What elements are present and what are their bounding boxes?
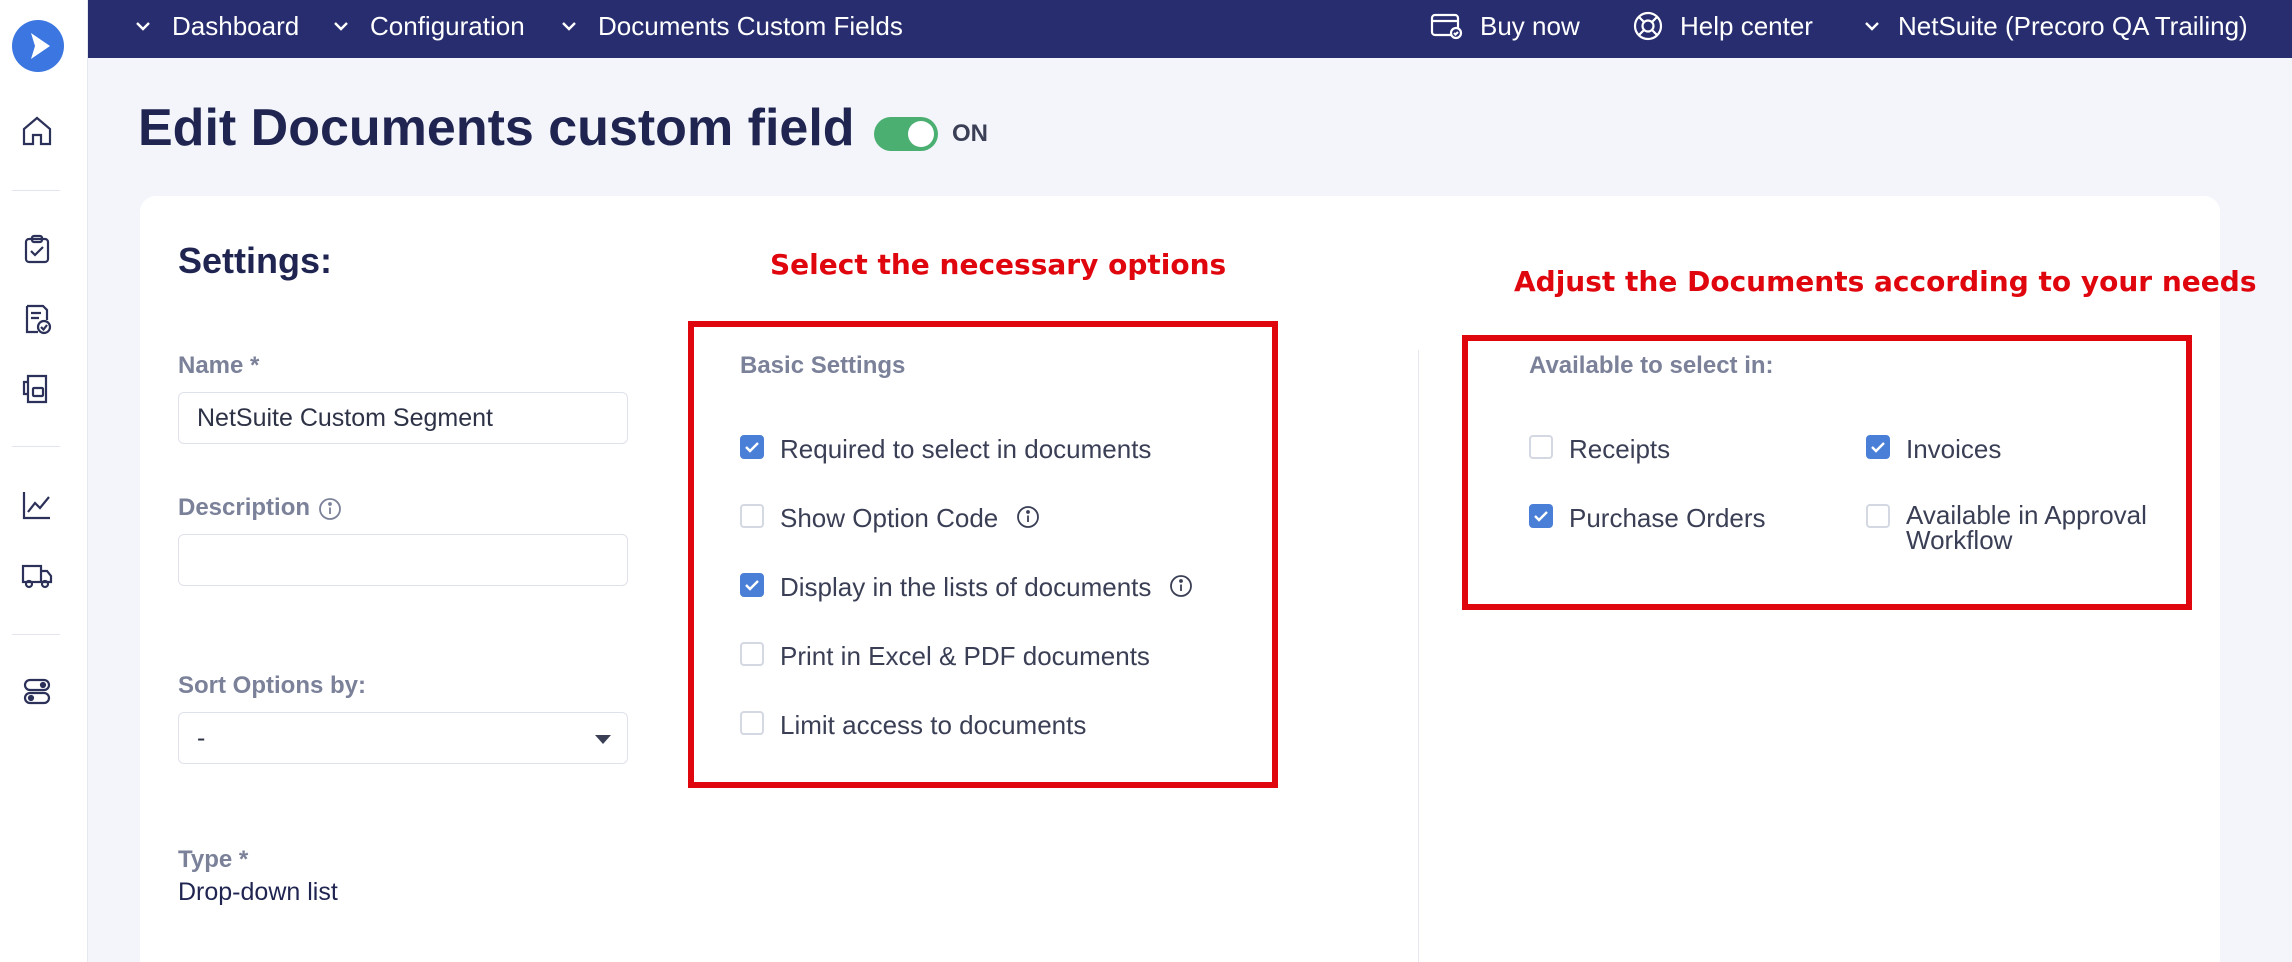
name-input[interactable]: NetSuite Custom Segment xyxy=(178,392,628,444)
top-bar: Dashboard Configuration Documents Custom… xyxy=(88,0,2292,58)
sort-options-select[interactable]: - xyxy=(178,712,628,764)
description-input[interactable] xyxy=(178,534,628,586)
breadcrumb-dashboard[interactable]: Dashboard xyxy=(132,0,299,52)
receipt-icon[interactable] xyxy=(18,370,56,408)
breadcrumb-label: Dashboard xyxy=(172,10,300,41)
sidebar-separator xyxy=(12,446,60,447)
card-icon xyxy=(1430,13,1463,40)
company-switcher[interactable]: NetSuite (Precoro QA Trailing) xyxy=(1864,0,2248,52)
invoice-check-icon[interactable] xyxy=(18,300,56,338)
precoro-logo[interactable] xyxy=(12,20,64,72)
name-label: Name * xyxy=(178,352,260,379)
chevron-down-icon xyxy=(558,15,580,37)
description-label: Description xyxy=(178,494,342,522)
chevron-down-icon xyxy=(1865,22,1879,31)
chevron-down-icon xyxy=(330,15,352,37)
sidebar xyxy=(0,0,88,962)
type-value: Drop-down list xyxy=(178,878,338,906)
sidebar-separator xyxy=(12,190,60,191)
description-label-text: Description xyxy=(178,494,311,521)
breadcrumb-documents-custom-fields[interactable]: Documents Custom Fields xyxy=(558,0,903,52)
truck-icon[interactable] xyxy=(18,556,56,594)
breadcrumb-configuration[interactable]: Configuration xyxy=(330,0,525,52)
annotation-box-basic-settings xyxy=(688,321,1278,788)
annotation-text-select-options: Select the necessary options xyxy=(770,248,1227,281)
breadcrumb-label: Documents Custom Fields xyxy=(598,10,903,41)
breadcrumb-label: Configuration xyxy=(370,10,525,41)
annotation-box-documents xyxy=(1462,335,2192,610)
column-divider xyxy=(1418,350,1419,962)
help-center-button[interactable]: Help center xyxy=(1632,0,1813,52)
help-center-label: Help center xyxy=(1680,10,1813,41)
toggle-knob xyxy=(908,121,934,147)
chart-icon[interactable] xyxy=(18,486,56,524)
sort-options-value: - xyxy=(197,723,206,752)
lifebuoy-icon xyxy=(1633,11,1663,41)
toggles-icon[interactable] xyxy=(18,672,56,710)
dropdown-arrow-icon xyxy=(595,735,611,744)
name-value: NetSuite Custom Segment xyxy=(197,403,493,432)
buy-now-button[interactable]: Buy now xyxy=(1430,0,1580,52)
company-name: NetSuite (Precoro QA Trailing) xyxy=(1898,10,2248,41)
annotation-text-adjust-documents: Adjust the Documents according to your n… xyxy=(1514,265,2257,298)
page-title: Edit Documents custom field xyxy=(138,99,855,157)
sort-options-label: Sort Options by: xyxy=(178,672,366,699)
home-icon[interactable] xyxy=(18,112,56,150)
sidebar-separator xyxy=(12,634,60,635)
toggle-label: ON xyxy=(952,120,988,147)
chevron-down-icon xyxy=(132,15,154,37)
info-icon[interactable] xyxy=(318,497,342,521)
settings-title: Settings: xyxy=(178,240,333,281)
clipboard-check-icon[interactable] xyxy=(18,230,56,268)
active-toggle[interactable] xyxy=(874,117,938,151)
type-label: Type * xyxy=(178,846,249,873)
buy-now-label: Buy now xyxy=(1480,10,1580,41)
